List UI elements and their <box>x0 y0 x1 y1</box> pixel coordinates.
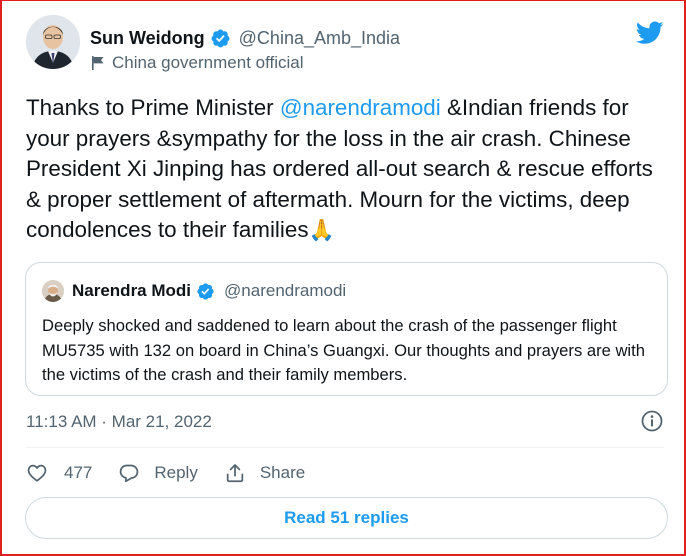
author-handle[interactable]: @China_Amb_India <box>239 28 400 49</box>
quoted-author-name: Narendra Modi <box>72 281 192 300</box>
like-count: 477 <box>64 463 93 482</box>
quoted-author-row: Narendra Modi @narendramodi <box>72 280 346 302</box>
timestamp-row: 11:13 AM · Mar 21, 2022 <box>26 409 664 435</box>
share-label: Share <box>259 463 306 482</box>
author-name[interactable]: Sun Weidong <box>90 28 205 49</box>
government-label[interactable]: China government official <box>90 52 304 74</box>
quoted-author-handle: @narendramodi <box>224 281 347 300</box>
verified-badge-icon <box>197 282 214 300</box>
tweet-timestamp[interactable]: 11:13 AM · Mar 21, 2022 <box>26 412 212 432</box>
verified-badge-icon <box>211 29 230 47</box>
quoted-tweet[interactable]: Narendra Modi @narendramodi Deeply shock… <box>25 262 668 396</box>
quoted-tweet-text: Deeply shocked and saddened to learn abo… <box>42 316 645 384</box>
reply-button[interactable]: Reply <box>118 462 198 484</box>
heart-icon <box>27 464 47 482</box>
share-button[interactable]: Share <box>224 462 305 484</box>
reply-bubble-icon <box>120 464 139 483</box>
tweet-embed-card: Sun Weidong @China_Amb_India China gover… <box>0 0 686 556</box>
tweet-text-segment: Thanks to Prime Minister <box>26 95 280 120</box>
author-avatar[interactable] <box>26 15 80 69</box>
like-button[interactable]: 477 <box>26 462 92 484</box>
author-name-row: Sun Weidong @China_Amb_India <box>90 26 400 50</box>
tweet-header: Sun Weidong @China_Amb_India China gover… <box>26 15 664 77</box>
quoted-author-avatar <box>42 280 64 302</box>
reply-label: Reply <box>154 463 198 482</box>
read-replies-button[interactable]: Read 51 replies <box>25 497 668 539</box>
action-bar: 477 Reply Share <box>26 459 331 487</box>
divider <box>25 447 664 448</box>
info-icon[interactable] <box>640 409 664 433</box>
mention-link[interactable]: @narendramodi <box>280 95 441 120</box>
share-upload-icon <box>226 464 244 483</box>
tweet-text: Thanks to Prime Minister @narendramodi &… <box>26 93 656 246</box>
government-flag-icon <box>92 56 104 70</box>
folded-hands-emoji: 🙏 <box>308 219 335 242</box>
twitter-bird-icon[interactable] <box>636 21 664 45</box>
government-label-text: China government official <box>112 53 304 72</box>
